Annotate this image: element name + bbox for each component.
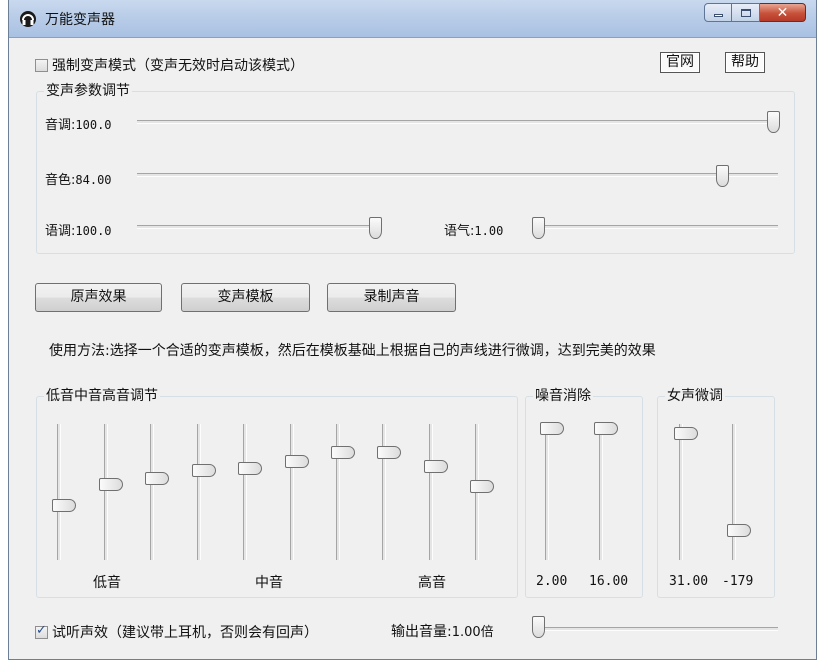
timbre-label: 音色:84.00	[45, 173, 112, 188]
eq-mid-label: 中音	[255, 575, 283, 591]
monitor-checkbox[interactable]	[35, 623, 48, 639]
maximize-button[interactable]	[732, 3, 760, 22]
female-tune-title: 女声微调	[665, 387, 725, 405]
eq-slider-thumb-4[interactable]	[192, 464, 216, 478]
title-bar[interactable]: 万能变声器 ✕	[9, 0, 816, 38]
speed-slider-thumb[interactable]	[369, 217, 382, 239]
eq-slider-track-8[interactable]	[382, 424, 386, 560]
eq-slider-track-7[interactable]	[336, 424, 340, 560]
force-mode-checkbox[interactable]	[35, 58, 48, 72]
eq-slider-thumb-8[interactable]	[377, 445, 401, 459]
female-slider-track-2[interactable]	[732, 424, 736, 560]
eq-slider-track-1[interactable]	[57, 424, 61, 560]
eq-slider-thumb-3[interactable]	[145, 471, 169, 485]
eq-slider-thumb-5[interactable]	[238, 461, 262, 475]
minimize-button[interactable]	[704, 3, 732, 22]
voice-params-title: 变声参数调节	[44, 82, 132, 100]
original-sound-button[interactable]: 原声效果	[35, 283, 162, 312]
force-mode-option[interactable]: 强制变声模式（变声无效时启动该模式）	[35, 55, 304, 75]
output-volume-thumb[interactable]	[532, 616, 545, 638]
tone-value: 1.00	[474, 224, 504, 238]
timbre-slider-thumb[interactable]	[716, 165, 730, 187]
eq-slider-track-2[interactable]	[104, 424, 108, 560]
noise-slider-track-1[interactable]	[545, 424, 549, 560]
noise-slider-thumb-1[interactable]	[540, 422, 564, 435]
eq-slider-track-6[interactable]	[290, 424, 294, 560]
eq-title: 低音中音高音调节	[44, 387, 160, 405]
eq-group: 低音中音高音调节	[36, 387, 518, 598]
noise-title: 噪音消除	[533, 387, 593, 405]
noise-value-2: 16.00	[589, 574, 629, 589]
app-window: 万能变声器 ✕ 强制变声模式（变声无效时启动该模式） 官网 帮助 变声参数调节 …	[8, 0, 817, 660]
eq-slider-thumb-9[interactable]	[424, 460, 448, 474]
minimize-icon	[705, 4, 731, 21]
eq-low-label: 低音	[93, 575, 121, 591]
usage-instructions: 使用方法:选择一个合适的变声模板，然后在模板基础上根据自己的声线进行微调，达到完…	[49, 343, 656, 359]
eq-slider-track-9[interactable]	[429, 424, 433, 560]
close-button[interactable]: ✕	[760, 3, 806, 22]
female-value-1: 31.00	[669, 574, 709, 589]
close-icon: ✕	[776, 4, 789, 21]
pitch-slider-thumb[interactable]	[767, 111, 780, 133]
speed-slider-track[interactable]	[137, 225, 380, 229]
female-slider-thumb-2[interactable]	[727, 523, 751, 537]
tone-slider-track[interactable]	[535, 225, 778, 229]
pitch-label: 音调:100.0	[45, 118, 112, 133]
output-volume-track[interactable]	[535, 627, 778, 631]
maximize-icon	[732, 4, 759, 21]
eq-slider-thumb-2[interactable]	[99, 477, 123, 491]
official-site-button[interactable]: 官网	[660, 52, 700, 73]
speed-label: 语调:100.0	[45, 224, 112, 239]
eq-slider-track-3[interactable]	[150, 424, 154, 560]
eq-slider-thumb-1[interactable]	[52, 498, 76, 512]
noise-slider-thumb-2[interactable]	[594, 422, 618, 435]
eq-slider-thumb-7[interactable]	[331, 445, 355, 459]
timbre-slider-track[interactable]	[137, 173, 778, 177]
eq-high-label: 高音	[418, 575, 446, 591]
voice-templates-button[interactable]: 变声模板	[181, 283, 310, 312]
output-volume-label: 输出音量:1.00倍	[391, 624, 494, 640]
timbre-value: 84.00	[75, 173, 112, 187]
pitch-value: 100.0	[75, 118, 112, 132]
help-button[interactable]: 帮助	[725, 52, 765, 73]
record-sound-button[interactable]: 录制声音	[327, 283, 456, 312]
noise-value-1: 2.00	[536, 574, 568, 589]
tone-label: 语气:1.00	[444, 224, 504, 239]
female-value-2: -179	[722, 574, 754, 589]
eq-slider-track-5[interactable]	[243, 424, 247, 560]
eq-slider-track-4[interactable]	[197, 424, 201, 560]
monitor-option[interactable]: 试听声效（建议带上耳机，否则会有回声）	[35, 622, 318, 642]
headphones-app-icon	[20, 11, 36, 27]
main-content: 强制变声模式（变声无效时启动该模式） 官网 帮助 变声参数调节 音调:100.0…	[9, 38, 816, 660]
monitor-label: 试听声效（建议带上耳机，否则会有回声）	[52, 625, 318, 641]
output-volume-value: 1.00倍	[451, 625, 494, 640]
window-title: 万能变声器	[45, 12, 115, 28]
eq-slider-thumb-10[interactable]	[470, 480, 494, 494]
pitch-slider-track[interactable]	[137, 120, 778, 124]
force-mode-label: 强制变声模式（变声无效时启动该模式）	[52, 58, 304, 74]
window-controls: ✕	[704, 3, 806, 22]
speed-value: 100.0	[75, 224, 112, 238]
tone-slider-thumb[interactable]	[532, 217, 545, 239]
female-slider-thumb-1[interactable]	[674, 426, 698, 440]
noise-slider-track-2[interactable]	[599, 424, 603, 560]
female-slider-track-1[interactable]	[679, 424, 683, 560]
eq-slider-thumb-6[interactable]	[285, 455, 309, 469]
